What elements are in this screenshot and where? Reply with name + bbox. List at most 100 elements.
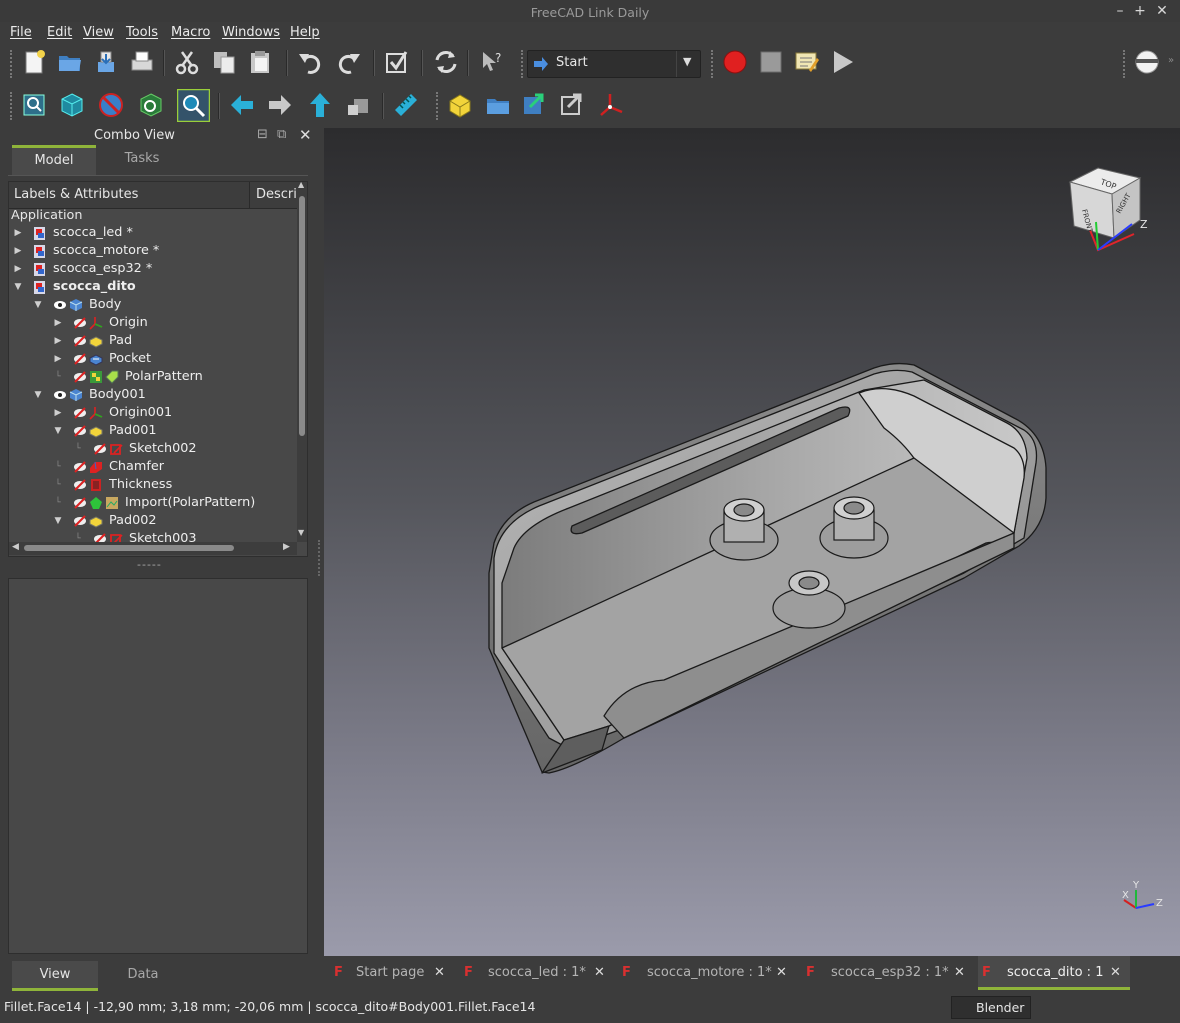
create-coordinate-system-icon[interactable] [598,91,626,119]
copy-icon[interactable] [210,48,238,76]
create-part-icon[interactable] [446,91,474,119]
tree-item[interactable]: └ Chamfer [9,458,297,476]
close-tab-icon[interactable]: ✕ [1110,956,1121,990]
menu-edit[interactable]: Edit [47,24,72,42]
tree-item[interactable]: ▶ scocca_led * [9,224,297,242]
tree-vscroll-thumb[interactable] [299,196,305,436]
open-folder-icon[interactable] [56,48,84,76]
tab-model[interactable]: Model [12,145,96,175]
toolbar-extension-icon[interactable]: » [1168,55,1174,66]
scroll-up-icon[interactable]: ▲ [298,182,304,189]
expand-arrow-icon[interactable]: ▶ [53,350,63,368]
expand-arrow-icon[interactable]: ▶ [13,224,23,242]
view-cube-link-icon[interactable] [344,91,372,119]
tree-hscroll-thumb[interactable] [24,545,234,551]
undock-panel-icon[interactable]: ⧉ [277,127,286,142]
hidden-icon[interactable] [73,334,87,348]
menu-macro[interactable]: Macro [171,24,210,42]
macros-edit-icon[interactable] [793,48,821,76]
stop-macro-icon[interactable] [757,48,785,76]
recompute-icon[interactable] [432,48,460,76]
hidden-icon[interactable] [73,460,87,474]
toolbar-grip[interactable] [10,92,15,120]
close-tab-icon[interactable]: ✕ [594,956,605,990]
hidden-icon[interactable] [73,316,87,330]
link-actions-icon[interactable] [558,91,586,119]
tree-item[interactable]: ▼ scocca_dito [9,278,297,296]
toolbar-grip[interactable] [436,92,441,120]
back-arrow-icon[interactable] [228,91,256,119]
maximize-button[interactable]: + [1131,2,1149,20]
float-panel-icon[interactable]: ⊟ [257,127,268,142]
collapse-arrow-icon[interactable]: ▼ [53,422,63,440]
hidden-icon[interactable] [73,514,87,528]
hidden-icon[interactable] [73,370,87,384]
workbench-selector[interactable]: Start ▼ [527,50,701,78]
column-description[interactable]: Descri [256,187,297,202]
whats-this-icon[interactable]: ? [478,48,506,76]
tree-item[interactable]: ▶ Origin001 [9,404,297,422]
fit-all-icon[interactable] [20,91,48,119]
menu-file[interactable]: File [10,24,32,42]
hidden-icon[interactable] [73,406,87,420]
std-view-icon[interactable] [1133,48,1161,76]
eye-icon[interactable] [53,298,67,312]
expand-arrow-icon[interactable]: ▶ [13,260,23,278]
execute-macro-icon[interactable] [829,48,857,76]
tree-vscrollbar[interactable]: ▲ ▼ [297,182,307,542]
minimize-button[interactable]: – [1111,2,1129,20]
tree-item[interactable]: ▼ Pad002 [9,512,297,530]
save-icon[interactable] [92,48,120,76]
close-tab-icon[interactable]: ✕ [434,956,445,990]
measure-distance-icon[interactable] [392,91,420,119]
expand-arrow-icon[interactable]: ▶ [53,314,63,332]
doc-tab-scocca-motore[interactable]: F scocca_motore : 1* ✕ [618,956,794,988]
3d-viewport[interactable]: TOP FRONT RIGHT Z X Y Z [324,128,1180,956]
tree-item[interactable]: ▼ Body [9,296,297,314]
column-divider[interactable] [249,182,250,208]
redo-icon[interactable] [335,48,363,76]
hidden-icon[interactable] [93,442,107,456]
tree-item[interactable]: ▶ Origin [9,314,297,332]
dock-splitter[interactable] [318,540,322,576]
toolbar-grip[interactable] [1123,50,1128,78]
tree-item[interactable]: └ Import(PolarPattern) [9,494,297,512]
up-arrow-icon[interactable] [306,91,334,119]
hidden-icon[interactable] [73,496,87,510]
undo-icon[interactable] [296,48,324,76]
tree-item[interactable]: ▼ Body001 [9,386,297,404]
paste-icon[interactable] [246,48,274,76]
tree-item[interactable]: ▶ scocca_esp32 * [9,260,297,278]
scroll-down-icon[interactable]: ▼ [298,528,304,537]
expand-arrow-icon[interactable]: ▶ [13,242,23,260]
collapse-arrow-icon[interactable]: ▼ [33,296,43,314]
forward-arrow-icon[interactable] [266,91,294,119]
expand-arrow-icon[interactable]: ▶ [53,332,63,350]
print-icon[interactable] [128,48,156,76]
collapse-arrow-icon[interactable]: ▼ [33,386,43,404]
create-group-icon[interactable] [484,91,512,119]
tree-item[interactable]: └ Sketch002 [9,440,297,458]
menu-help[interactable]: Help [290,24,320,42]
panel-splitter[interactable]: ----- [137,558,162,571]
model-tree[interactable]: Labels & Attributes Descri Application ▶… [8,181,308,557]
tab-data[interactable]: Data [98,961,188,991]
hidden-icon[interactable] [73,352,87,366]
tree-item[interactable]: ▶ Pocket [9,350,297,368]
property-panel[interactable] [8,578,308,954]
eye-icon[interactable] [53,388,67,402]
scroll-right-icon[interactable]: ▶ [283,542,290,552]
new-document-icon[interactable] [20,48,48,76]
expand-arrow-icon[interactable]: ▶ [53,404,63,422]
menu-windows[interactable]: Windows [222,24,280,42]
cut-icon[interactable] [173,48,201,76]
tree-item[interactable]: └ PolarPattern [9,368,297,386]
hidden-icon[interactable] [73,478,87,492]
collapse-arrow-icon[interactable]: ▼ [53,512,63,530]
column-labels-attributes[interactable]: Labels & Attributes [14,187,138,202]
toolbar-grip[interactable] [10,50,15,78]
draw-style-icon[interactable] [58,91,86,119]
toolbar-grip[interactable] [521,50,526,78]
doc-tab-scocca-esp32[interactable]: F scocca_esp32 : 1* ✕ [802,956,972,988]
box-selection-icon[interactable] [137,91,165,119]
